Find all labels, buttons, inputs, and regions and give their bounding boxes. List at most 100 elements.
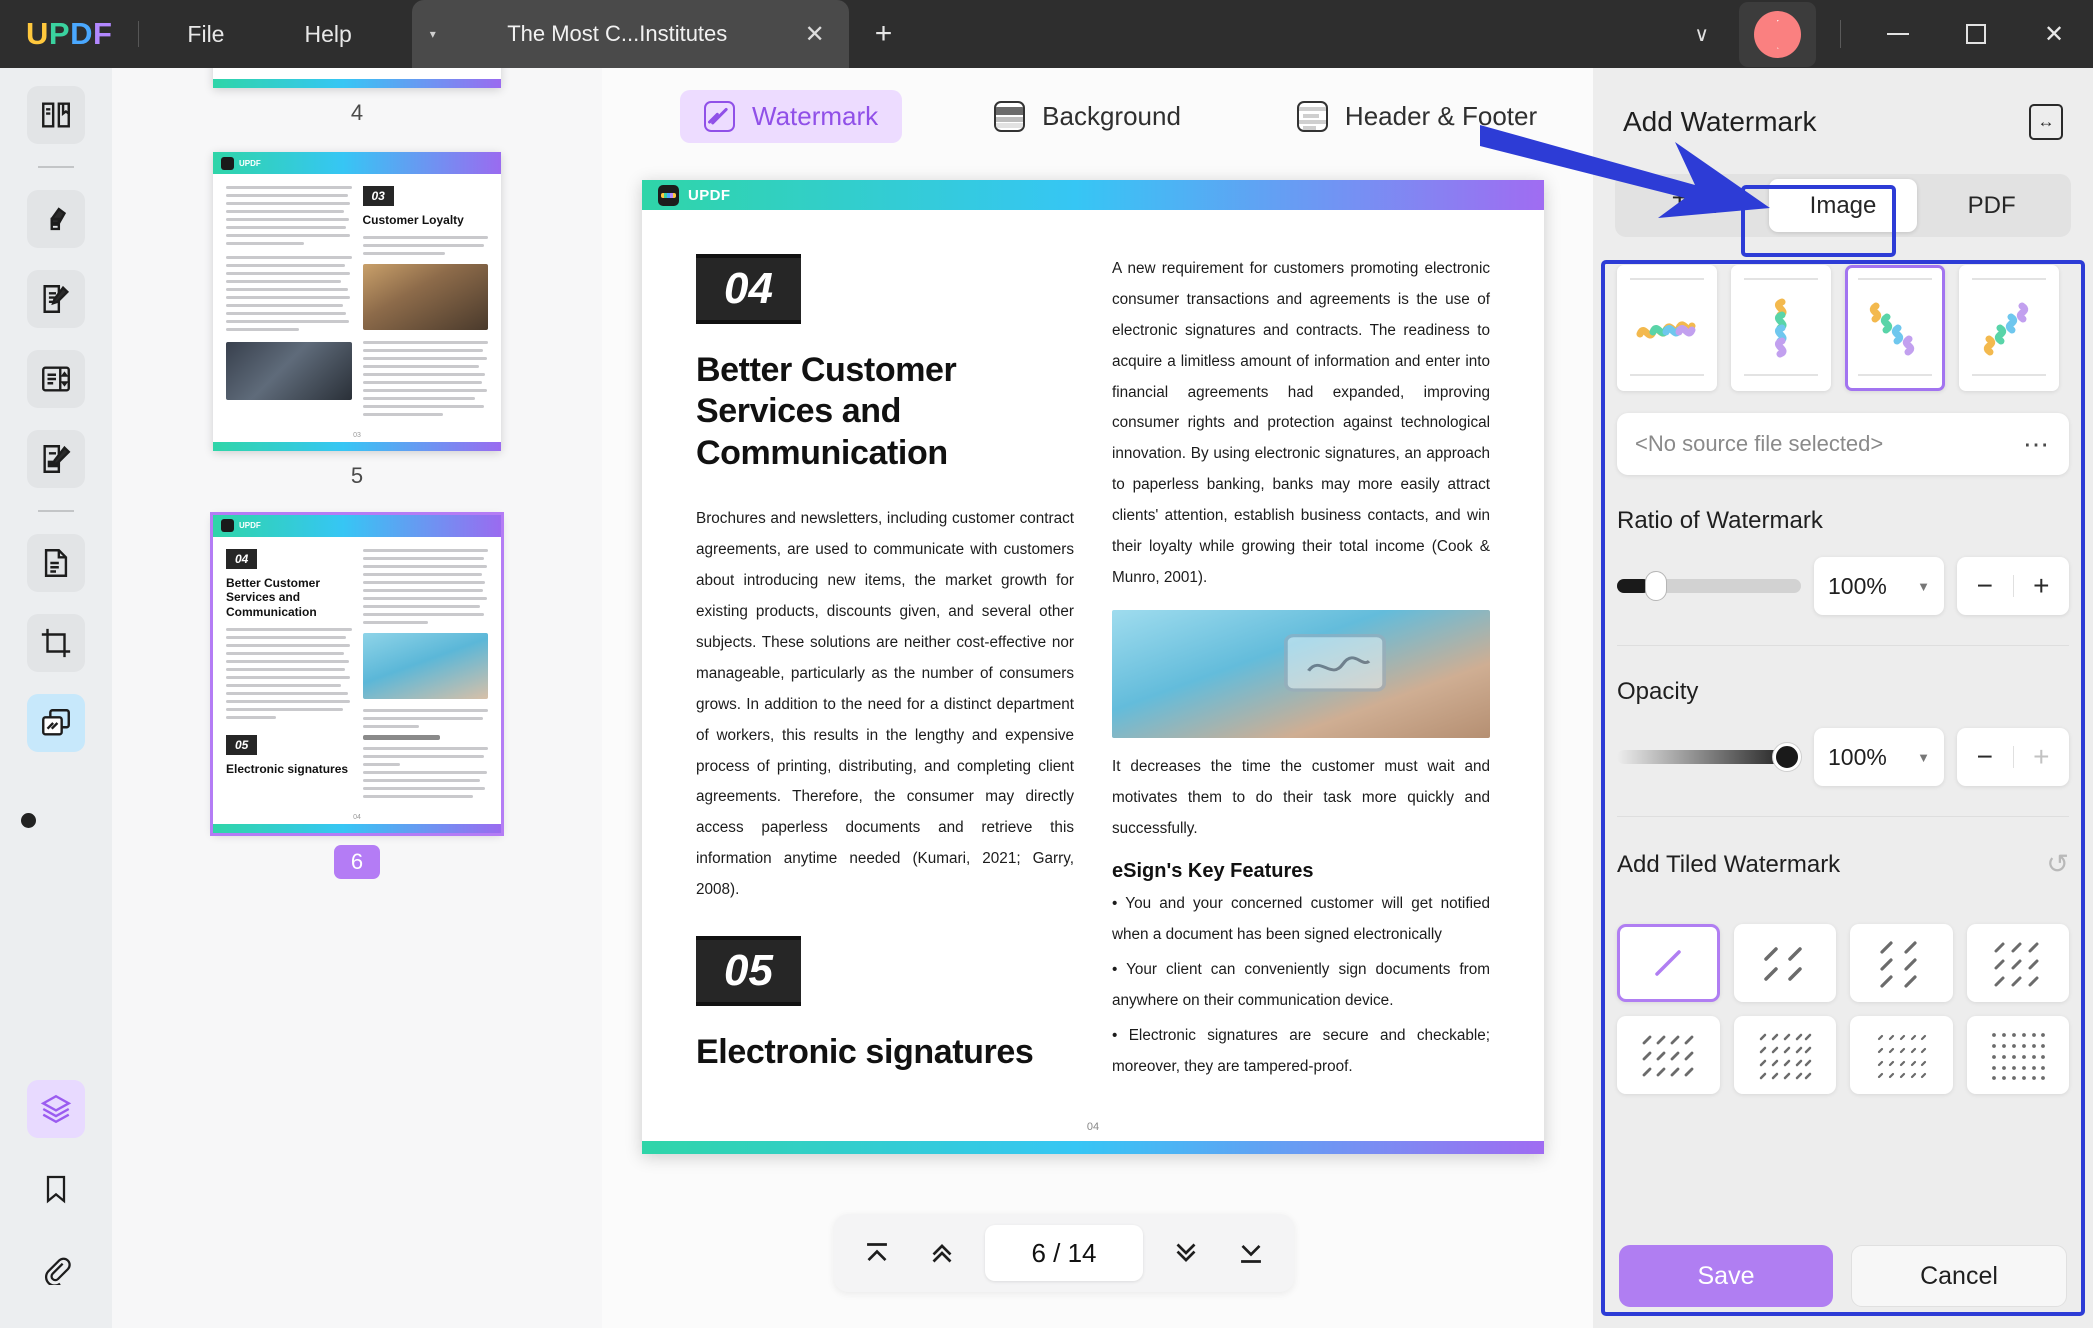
esign-bullet-2: • Your client can conveniently sign docu… [1112,961,1490,1010]
mini-section-badge: 03 [362,186,394,206]
close-window-button[interactable]: ✕ [2015,0,2093,68]
app-body: 4 UPDF 03 Customer Loyalty 03 5 UPDF 04 … [0,68,2093,1328]
thumbnail-page-number: 5 [350,462,364,488]
opacity-decrement[interactable]: − [1957,741,2013,773]
sidebar-item-attachment[interactable] [27,1240,85,1298]
cancel-button[interactable]: Cancel [1851,1245,2067,1307]
thumbnail-card[interactable]: UPDF 03 Customer Loyalty 03 [213,152,501,451]
mini-body: 04 Better Customer Services and Communic… [213,537,501,811]
opacity-label: Opacity [1617,678,1699,705]
document-page[interactable]: UPDF 04 Better Customer Services and Com… [642,180,1544,1155]
ratio-slider[interactable] [1617,571,1801,601]
mini-col-right: 03 Customer Loyalty [362,186,488,421]
opacity-stepper[interactable]: − + [1957,728,2069,786]
updf-window: UPDF File Help ▾ The Most C...Institutes… [0,0,2093,1328]
expand-panel-icon[interactable] [2029,104,2063,140]
tiled-section: Add Tiled Watermark ↺ [1593,817,2093,880]
ratio-value: 100% [1828,572,1887,599]
opacity-slider[interactable] [1617,743,1801,771]
thumbnail-page-6[interactable]: UPDF 04 Better Customer Services and Com… [112,511,602,905]
ratio-value-select[interactable]: 100% ▼ [1814,557,1944,615]
sidebar-item-bookmark[interactable] [27,1160,85,1218]
chevron-down-icon[interactable]: ▼ [1917,750,1930,765]
page-brand-bar: UPDF [642,180,1544,210]
right-paragraph-1: A new requirement for customers promotin… [1112,260,1490,586]
thumbnail-card-selected[interactable]: UPDF 04 Better Customer Services and Com… [210,511,504,836]
mini-body [213,68,501,79]
page-thumbnail-pane[interactable]: 4 UPDF 03 Customer Loyalty 03 5 UPDF 04 … [112,68,602,1328]
chevron-down-icon[interactable]: ▼ [1917,579,1930,594]
rail-divider [38,166,74,168]
opacity-value: 100% [1828,743,1887,770]
sidebar-item-page-watermark[interactable] [27,694,85,752]
mini-col-right [362,548,488,803]
tile-option-single[interactable] [1617,924,1720,1002]
preset-diagonal-up-squiggle[interactable] [1959,265,2059,391]
account-button[interactable] [1739,1,1816,67]
tab-text[interactable]: Text [1620,179,1769,232]
sidebar-item-layers[interactable] [27,1080,85,1138]
sidebar-item-annotate[interactable] [27,190,85,248]
menu-file[interactable]: File [167,15,244,54]
tile-option-6x5[interactable] [1966,1016,2069,1094]
sidebar-item-ocr[interactable] [27,534,85,592]
tile-option-2x2[interactable] [1733,924,1836,1002]
tab-background[interactable]: Background [970,90,1205,143]
tile-option-2x3[interactable] [1850,924,1953,1002]
updf-logo: UPDF [26,16,113,51]
preset-diagonal-down-squiggle[interactable] [1845,265,1945,391]
tab-image[interactable]: Image [1768,179,1918,232]
ratio-decrement[interactable]: − [1957,570,2013,602]
preset-horizontal-squiggle[interactable] [1617,265,1717,391]
titlebar-divider [138,21,140,47]
last-page-icon[interactable] [1229,1231,1273,1275]
browse-file-button[interactable]: ⋯ [2023,429,2051,460]
tile-option-3x3[interactable] [1966,924,2069,1002]
thumbnail-page-number: 4 [350,100,364,125]
mini-col-right [363,68,489,71]
preset-vertical-squiggle[interactable] [1731,265,1831,391]
document-tab[interactable]: ▾ The Most C...Institutes ✕ [411,0,849,68]
tile-option-5x4-small[interactable] [1850,1016,1953,1094]
opacity-value-select[interactable]: 100% ▼ [1814,728,1944,786]
first-page-icon[interactable] [855,1231,899,1275]
reset-icon[interactable]: ↺ [2046,849,2069,880]
tab-dropdown-icon[interactable]: ▾ [430,27,436,41]
sidebar-item-crop[interactable] [27,614,85,672]
thumbnail-card[interactable] [213,68,501,88]
mini-col-left [226,186,352,421]
ratio-increment[interactable]: + [2014,570,2070,602]
main-view: Watermark Background Header & Footer UPD… [602,68,1593,1328]
header-footer-icon [1296,100,1328,132]
mini-page-footer: 04 [353,813,361,821]
tab-pdf[interactable]: PDF [1917,179,2066,232]
thumbnail-page-4[interactable]: 4 [112,68,602,152]
tab-watermark[interactable]: Watermark [680,89,903,143]
close-tab-icon[interactable]: ✕ [799,20,831,49]
chevron-down-icon[interactable]: ∨ [1672,12,1731,57]
next-page-icon[interactable] [1164,1231,1208,1275]
sidebar-item-reader[interactable] [27,86,85,144]
ratio-stepper[interactable]: − + [1957,557,2069,615]
tab-header-footer[interactable]: Header & Footer [1273,90,1561,143]
thumbnail-page-5[interactable]: UPDF 03 Customer Loyalty 03 5 [112,152,602,515]
menu-help[interactable]: Help [284,15,371,54]
sidebar-item-edit-pdf[interactable] [27,270,85,328]
page-number-input[interactable]: 6 / 14 [985,1225,1143,1281]
opacity-increment[interactable]: + [2014,741,2070,773]
source-file-row[interactable]: <No source file selected> ⋯ [1617,413,2069,475]
new-tab-button[interactable]: + [875,17,893,51]
ratio-controls: 100% ▼ − + [1617,557,2069,615]
maximize-button[interactable] [1937,0,2015,68]
sidebar-item-form[interactable] [27,350,85,408]
opacity-section: Opacity 100% ▼ − + [1593,646,2093,786]
mini-footer-bar [213,441,501,451]
tile-option-4x3[interactable] [1617,1016,1720,1094]
save-button[interactable]: Save [1619,1245,1833,1307]
prev-page-icon[interactable] [920,1231,964,1275]
thumbnail-page-number-current: 6 [333,844,381,879]
sidebar-item-sign[interactable] [27,430,85,488]
opacity-controls: 100% ▼ − + [1617,728,2069,786]
minimize-button[interactable] [1859,0,1937,68]
tile-option-5x4[interactable] [1733,1016,1836,1094]
